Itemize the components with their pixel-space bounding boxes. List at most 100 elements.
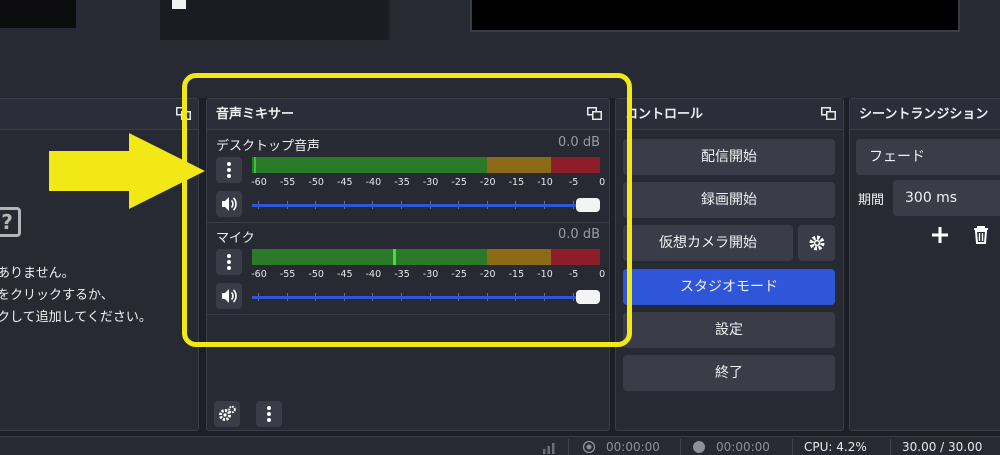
scene-transitions-dock: シーントランジション フェード 期間 300 ms [849, 98, 1000, 431]
sources-msg-line: クして追加してください。 [0, 310, 152, 325]
status-separator [680, 439, 681, 455]
meter-tick-label: -50 [308, 177, 324, 188]
meter-tick-label: -60 [251, 269, 267, 280]
exit-button[interactable]: 終了 [623, 355, 835, 391]
cpu-usage: CPU: 4.2% [804, 440, 867, 454]
meter-red-zone [551, 249, 600, 265]
controls-dock: コントロール 配信開始 録画開始 仮想カメラ開始 スタジオモード 設定 終了 [615, 98, 844, 431]
channel-name: デスクトップ音声 [216, 139, 321, 154]
meter-scale: -60 -55 -50 -45 -40 -35 -30 -25 -20 -15 -10 -5 0 [251, 269, 606, 285]
channel-volume-db: 0.0 dB [558, 227, 600, 242]
advanced-audio-settings-button[interactable] [214, 401, 240, 427]
add-transition-button[interactable] [925, 220, 955, 250]
status-separator [568, 439, 569, 455]
meter-tick-label: -35 [394, 177, 410, 188]
remove-transition-button[interactable] [966, 220, 996, 250]
meter-peak-marker [393, 249, 396, 265]
more-vertical-icon [267, 406, 271, 422]
meter-tick-label: -5 [568, 177, 579, 188]
mute-button[interactable] [216, 283, 242, 309]
mixer-menu-button[interactable] [256, 401, 282, 427]
channel-menu-button[interactable] [216, 249, 242, 275]
gear-icon [809, 235, 824, 251]
sources-dock-title [0, 99, 198, 130]
mixer-channel-desktop-audio: デスクトップ音声 0.0 dB -60 -55 -50 -45 -40 -35 -30 -25… [207, 131, 609, 223]
speaker-icon [222, 197, 237, 211]
speaker-icon [222, 289, 237, 303]
meter-tick-label: -10 [537, 269, 553, 280]
meter-tick-label: -30 [422, 269, 439, 280]
meter-tick-label: -55 [279, 269, 296, 280]
meter-tick-label: -50 [308, 269, 324, 280]
duration-label: 期間 [858, 193, 885, 208]
volume-meter [252, 157, 600, 173]
meter-tick-label: -60 [251, 177, 267, 188]
meter-tick-label: -40 [365, 269, 382, 280]
meter-tick-label: -25 [451, 269, 467, 280]
transition-select[interactable]: フェード [856, 139, 1000, 175]
preview-left-canvas [0, 0, 76, 28]
start-streaming-button[interactable]: 配信開始 [623, 139, 835, 175]
meter-tick-label: -35 [394, 269, 410, 280]
meter-tick-label: 0 [599, 177, 606, 188]
program-canvas [470, 0, 960, 32]
sources-empty-icon: ? [0, 207, 21, 237]
sources-msg-line: ありません。 [0, 266, 75, 281]
audio-mixer-footer [207, 398, 609, 430]
broadcast-icon [582, 440, 596, 454]
meter-yellow-zone [487, 249, 551, 265]
channel-menu-button[interactable] [216, 157, 242, 183]
start-virtual-camera-button[interactable]: 仮想カメラ開始 [623, 225, 793, 261]
preview-area [0, 0, 1000, 98]
meter-tick-label: -15 [508, 269, 525, 280]
preview-divider [388, 0, 390, 40]
record-time: 00:00:00 [716, 440, 770, 454]
volume-meter [252, 249, 600, 265]
meter-tick-label: 0 [599, 269, 606, 280]
status-separator [792, 439, 793, 455]
meter-tick-label: -15 [508, 177, 525, 188]
meter-tick-label: -45 [337, 177, 353, 188]
meter-tick-label: -45 [337, 269, 353, 280]
trash-icon [974, 226, 988, 244]
stream-time: 00:00:00 [606, 440, 660, 454]
undock-icon[interactable] [587, 107, 602, 120]
plus-icon [932, 227, 948, 243]
record-icon [693, 441, 705, 453]
controls-title: コントロール [616, 99, 843, 130]
meter-tick-label: -20 [480, 177, 496, 188]
volume-slider[interactable] [252, 287, 600, 307]
pointer-arrow-icon [49, 133, 205, 209]
volume-slider-knob[interactable] [576, 198, 600, 212]
meter-tick-label: -30 [422, 177, 439, 188]
status-bar: 00:00:00 00:00:00 CPU: 4.2% 30.00 / 30.0… [0, 436, 1000, 455]
mute-button[interactable] [216, 191, 242, 217]
settings-button[interactable]: 設定 [623, 312, 835, 348]
more-vertical-icon [227, 254, 231, 270]
undock-icon[interactable] [821, 107, 836, 120]
meter-tick-label: -40 [365, 177, 382, 188]
scene-transitions-title: シーントランジション [850, 99, 1000, 130]
signal-bars-icon [543, 443, 555, 454]
meter-tick-label: -25 [451, 177, 467, 188]
volume-slider[interactable] [252, 195, 600, 215]
virtual-camera-settings-button[interactable] [798, 225, 835, 261]
meter-tick-label: -55 [279, 177, 296, 188]
audio-mixer-title: 音声ミキサー [207, 99, 609, 130]
meter-tick-label: -20 [480, 269, 496, 280]
studio-mode-button[interactable]: スタジオモード [623, 269, 835, 305]
volume-slider-track [252, 204, 600, 207]
volume-slider-knob[interactable] [576, 290, 600, 304]
preview-cursor-mark [172, 0, 186, 9]
more-vertical-icon [227, 162, 231, 178]
undock-icon[interactable] [176, 107, 191, 120]
audio-mixer-title-text: 音声ミキサー [216, 107, 295, 122]
volume-slider-track [252, 296, 600, 299]
duration-input[interactable]: 300 ms [893, 180, 1000, 216]
start-recording-button[interactable]: 録画開始 [623, 182, 835, 218]
sources-msg-line: をクリックするか、 [0, 288, 114, 303]
meter-scale: -60 -55 -50 -45 -40 -35 -30 -25 -20 -15 -10 -5 0 [251, 177, 606, 193]
fps-readout: 30.00 / 30.00 [902, 440, 983, 454]
meter-green-zone [252, 249, 487, 265]
sources-empty-message: ありません。 をクリックするか、 クして追加してください。 [0, 263, 152, 329]
